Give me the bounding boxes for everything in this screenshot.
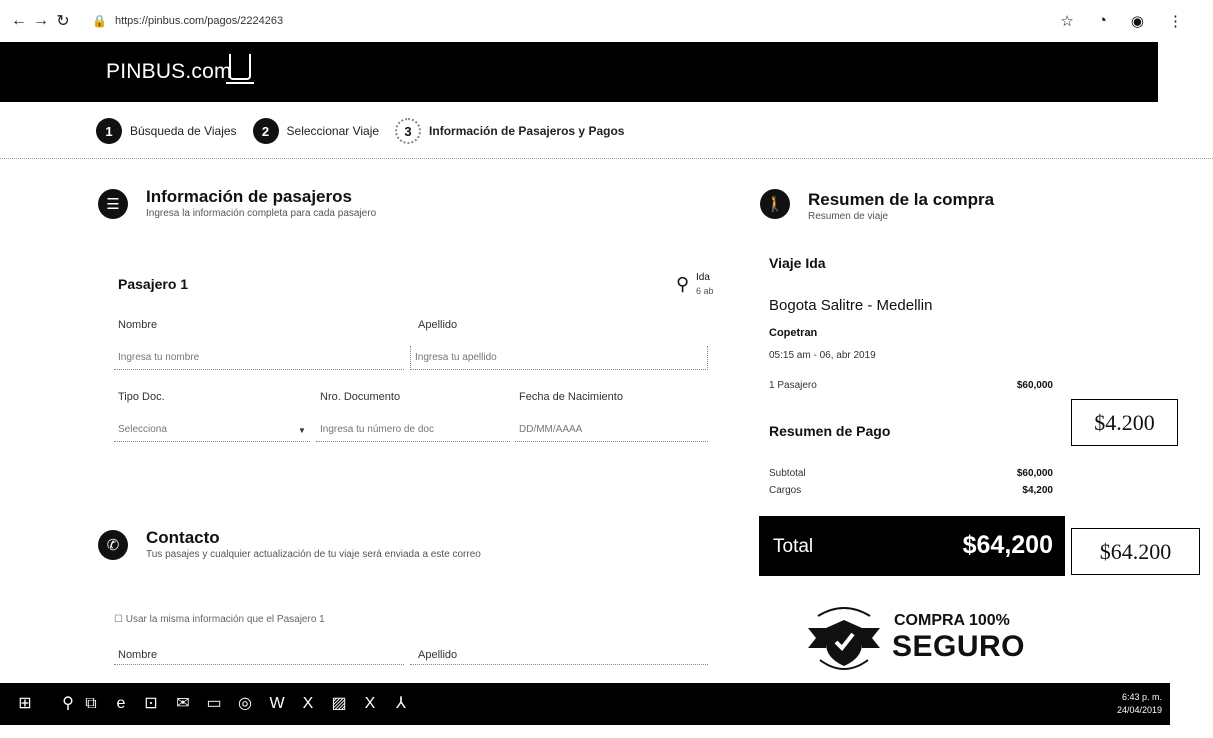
cargos-label: Cargos [769, 485, 802, 496]
step-2-number: 2 [252, 118, 279, 144]
trip-date: 05:15 am - 06, abr 2019 [769, 350, 876, 361]
subtotal-label: Subtotal [769, 468, 806, 479]
pasajero-count: 1 Pasajero [769, 380, 817, 391]
step-1-label: Búsqueda de Viajes [130, 124, 237, 138]
extension-icon[interactable]: ◔ [1098, 12, 1107, 30]
logo[interactable]: PINBUS.com [106, 60, 232, 84]
contact-title: Contacto [146, 528, 220, 547]
passenger-1-title: Pasajero 1 [118, 276, 189, 292]
pasajero-price: $60,000 [1016, 380, 1053, 391]
lock-icon: 🔒 [92, 14, 107, 28]
task-view-icon[interactable]: ⧉ [80, 693, 102, 715]
ida-seat-label: 6 ab [696, 286, 714, 296]
nro-doc-input[interactable]: Ingresa tu número de doc [316, 418, 510, 442]
nro-doc-label: Nro. Documento [320, 391, 401, 403]
browser-actions: ☆ ◔ ◉ ⋮ [1060, 12, 1183, 30]
forward-icon[interactable]: → [30, 12, 52, 30]
reload-icon[interactable]: ↻ [52, 11, 74, 31]
nombre-label: Nombre [118, 319, 158, 331]
same-info-checkbox[interactable]: ☐ Usar la misma información que el Pasaj… [114, 614, 325, 625]
edge-icon[interactable]: e [110, 693, 132, 715]
site-header: PINBUS.com [0, 42, 1158, 102]
step-3-label: Información de Pasajeros y Pagos [429, 124, 625, 138]
passengers-title: Información de pasajeros [146, 187, 352, 206]
resumen-pago-heading: Resumen de Pago [769, 423, 891, 439]
summary-subtitle: Resumen de viaje [808, 211, 889, 222]
contact-subtitle: Tus pasajes y cualquier actualización de… [146, 549, 481, 560]
fecha-nacimiento-input[interactable]: DD/MM/AAAA [515, 418, 708, 442]
page: ← → ↻ 🔒 https://pinbus.com/pagos/2224263… [0, 0, 1213, 738]
store-icon[interactable]: ⊡ [140, 693, 162, 715]
cargos-annotation: $4.200 [1071, 399, 1178, 446]
cargos-value: $4,200 [1022, 485, 1053, 496]
chevron-down-icon: ▼ [298, 426, 306, 435]
badge-line-2: SEGURO [892, 630, 1026, 663]
system-clock[interactable]: 6:43 p. m. 24/04/2019 [1117, 691, 1162, 717]
windows-start-icon[interactable]: ⊞ [14, 693, 36, 715]
bus-seat-icon: ⚲ [676, 274, 690, 294]
passenger-card-icon: ☰ [98, 189, 128, 219]
bus-logo-icon [226, 54, 254, 84]
address-bar[interactable]: https://pinbus.com/pagos/2224263 [115, 15, 283, 27]
clock-date: 24/04/2019 [1116, 705, 1162, 715]
viaje-ida-heading: Viaje Ida [769, 255, 826, 271]
same-info-label: Usar la misma información que el Pasajer… [125, 614, 325, 625]
chrome-icon[interactable]: ◎ [234, 693, 256, 715]
apellido-label: Apellido [418, 319, 458, 331]
contact-nombre-label: Nombre [118, 649, 158, 661]
badge-line-1: COMPRA 100% [894, 612, 1010, 629]
fecha-nacimiento-label: Fecha de Nacimiento [519, 391, 623, 403]
apellido-input[interactable]: Ingresa tu apellido [410, 346, 708, 370]
browser-toolbar: ← → ↻ 🔒 https://pinbus.com/pagos/2224263… [0, 0, 1213, 42]
total-annotation: $64.200 [1071, 528, 1200, 575]
step-1-number: 1 [96, 118, 122, 144]
total-value: $64,200 [962, 531, 1053, 559]
excel2-icon[interactable]: X [359, 693, 381, 715]
progress-steps: 1 Búsqueda de Viajes 2 Seleccionar Viaje… [96, 118, 640, 144]
acrobat-icon[interactable]: ⅄ [390, 693, 412, 715]
photos-icon[interactable]: ▨ [328, 693, 350, 715]
mail-icon[interactable]: ✉ [172, 693, 194, 715]
step-3-number: 3 [395, 118, 422, 144]
step-2-label: Seleccionar Viaje [286, 124, 380, 138]
tipo-doc-label: Tipo Doc. [118, 391, 165, 403]
route: Bogota Salitre - Medellin [769, 297, 933, 314]
back-icon[interactable]: ← [8, 12, 30, 30]
menu-icon[interactable]: ⋮ [1168, 12, 1183, 30]
excel-icon[interactable]: X [297, 693, 319, 715]
extension2-icon[interactable]: ◉ [1131, 12, 1144, 30]
contact-apellido-input[interactable] [410, 664, 708, 680]
clock-time: 6:43 p. m. [1121, 692, 1162, 702]
tipo-doc-select[interactable]: Selecciona [114, 418, 310, 442]
traveler-icon: 🚶 [760, 189, 790, 219]
subtotal-value: $60,000 [1016, 468, 1053, 479]
ida-label: Ida [696, 272, 710, 283]
star-icon[interactable]: ☆ [1060, 12, 1073, 30]
total-box: Total $64,200 [759, 516, 1065, 576]
phone-icon: ✆ [98, 530, 128, 560]
divider [0, 158, 1213, 159]
windows-taskbar: ⊞ ⚲ ⧉ e ⊡ ✉ ▭ ◎ W X ▨ X ⅄ 6:43 p. m. 24/… [0, 683, 1170, 725]
summary-title: Resumen de la compra [808, 190, 995, 209]
search-icon[interactable]: ⚲ [57, 693, 79, 715]
total-label: Total [773, 536, 814, 557]
passengers-subtitle: Ingresa la información completa para cad… [146, 208, 377, 219]
contact-apellido-label: Apellido [418, 649, 458, 661]
contact-nombre-input[interactable] [114, 664, 404, 680]
explorer-icon[interactable]: ▭ [203, 693, 225, 715]
nombre-input[interactable]: Ingresa tu nombre [114, 346, 404, 370]
company: Copetran [769, 327, 818, 339]
word-icon[interactable]: W [266, 693, 288, 715]
secure-shield-icon [808, 607, 880, 670]
